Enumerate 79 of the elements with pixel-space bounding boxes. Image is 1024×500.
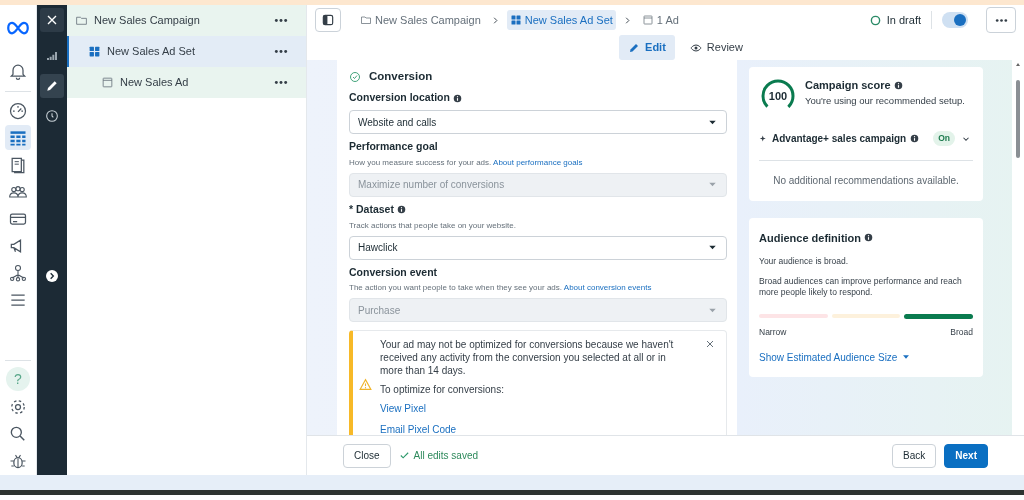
more-icon (274, 49, 288, 54)
more-button[interactable] (272, 49, 290, 54)
scrollbar-thumb[interactable] (1016, 80, 1020, 158)
gauge-icon (8, 100, 28, 121)
check-icon (398, 450, 410, 461)
folder-icon (360, 14, 372, 26)
breadcrumb[interactable]: New Sales Campaign (357, 9, 484, 31)
sparkle-icon (759, 134, 768, 143)
info-icon (452, 93, 462, 103)
card-text: Your audience is broad. (759, 256, 849, 267)
window-icon (101, 76, 114, 89)
eye-icon (689, 41, 702, 54)
alert-subtitle: To optimize for conversions: (380, 383, 505, 397)
folder-icon (75, 14, 88, 27)
alert-link[interactable]: View Pixel (380, 401, 426, 417)
help-text: The action you want people to take when they see your ads. About conversion events (349, 282, 653, 295)
breadcrumb[interactable]: 1 Ad (638, 9, 682, 31)
alert-link[interactable]: Email Pixel Code (380, 421, 457, 435)
info-icon (910, 134, 920, 143)
pencil-icon (628, 41, 641, 54)
logo-icon (6, 19, 30, 36)
window-icon (641, 14, 654, 26)
save-status: All edits saved (413, 449, 479, 463)
tab[interactable]: Review (680, 35, 752, 60)
info-icon (864, 233, 874, 243)
grid-icon (509, 14, 522, 26)
close-button[interactable]: Close (343, 443, 391, 468)
sidebar-toggle[interactable] (315, 8, 341, 32)
audience-size-link[interactable]: Show Estimated Audience Size (759, 349, 912, 365)
tool-button[interactable] (40, 74, 64, 98)
info-icon (396, 205, 406, 215)
field-label: * Dataset (349, 201, 394, 217)
tree-item[interactable]: New Sales Ad (67, 67, 306, 98)
status-badge: On (933, 131, 955, 146)
card-text: Broad audiences can improve performance and reach more people likely to respond. (759, 276, 963, 298)
tree-label: New Sales Campaign (94, 13, 201, 29)
info-icon (893, 80, 903, 90)
help-text: Track actions that people take on your website. (349, 219, 517, 232)
expand-icon (44, 268, 60, 284)
grid-icon (88, 45, 101, 58)
tab[interactable]: Edit (619, 35, 675, 60)
clock-icon (44, 108, 60, 124)
breadcrumb[interactable]: New Sales Ad Set (506, 9, 616, 31)
more-icon (274, 80, 288, 85)
field-label: Conversion location (349, 90, 450, 106)
sidebar-icon (321, 13, 335, 27)
feature-label: Advantage+ sales campaign (772, 132, 907, 146)
section-title: Conversion (369, 69, 433, 84)
close-button[interactable] (40, 8, 64, 32)
tree-item[interactable]: New Sales Campaign (67, 5, 306, 36)
scale-label: Narrow (759, 326, 787, 339)
status-dot (869, 14, 881, 26)
help-text: How you measure success for your ads. About performance goals (349, 156, 584, 169)
more-icon (994, 17, 1008, 23)
tree-label: New Sales Ad (120, 75, 190, 91)
more-button[interactable] (272, 80, 290, 85)
next-button[interactable]: Next (944, 443, 988, 468)
card-title: Campaign score (805, 78, 891, 93)
more-button[interactable] (272, 18, 290, 23)
back-button[interactable]: Back (892, 443, 937, 468)
scale-label: Broad (950, 326, 973, 339)
card-note: No additional recommendations available. (773, 175, 959, 186)
field-label: Performance goal (349, 139, 438, 154)
tree-label: New Sales Ad Set (107, 44, 197, 60)
alert-message: Your ad may not be optimized for conversions because we haven't received any activity from the conversion you selected at all or in more than 14 days. (380, 338, 675, 378)
tree-item[interactable]: New Sales Ad Set (67, 36, 306, 67)
select-field[interactable]: Website and calls (349, 110, 727, 134)
scroll-up-icon[interactable] (1016, 63, 1020, 66)
more-icon (274, 18, 288, 23)
status-label: In draft (886, 12, 921, 28)
score-value: 100 (767, 89, 789, 104)
warning-icon (359, 378, 372, 392)
network-icon (8, 262, 28, 283)
nav-item[interactable] (5, 125, 31, 150)
select-field[interactable]: Hawclick (349, 235, 727, 260)
card-title: Audience definition (759, 230, 862, 246)
card-subtitle: You're using our recommended setup. (805, 93, 965, 108)
field-label: Conversion event (349, 264, 438, 280)
toggle-switch[interactable] (942, 12, 968, 28)
